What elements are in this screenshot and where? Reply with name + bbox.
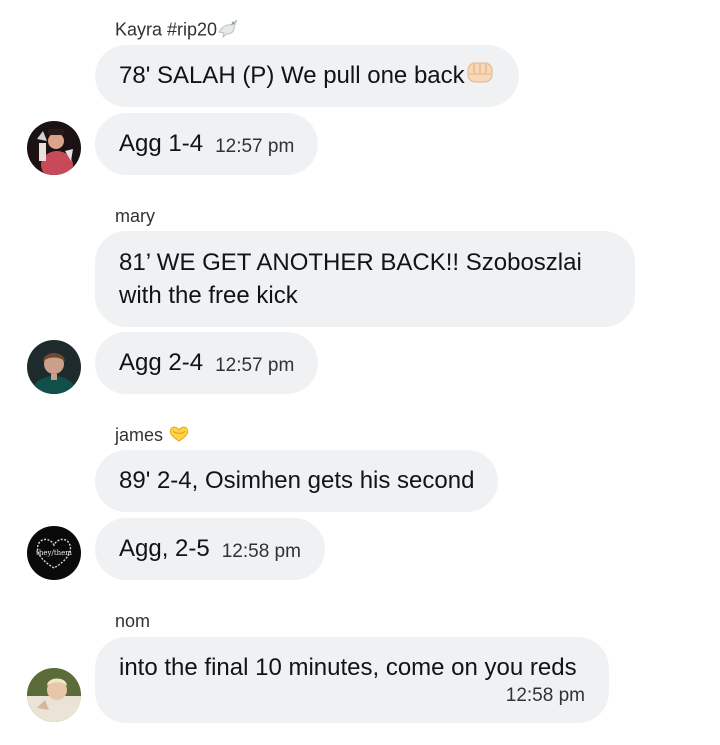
message-bubble[interactable]: 78' SALAH (P) We pull one back xyxy=(95,45,519,107)
dove-icon xyxy=(217,18,239,43)
avatar-logo-text: they/them xyxy=(36,549,72,557)
timestamp: 12:58 pm xyxy=(221,541,301,562)
timestamp: 12:57 pm xyxy=(215,355,295,376)
avatar[interactable]: they/them xyxy=(27,526,81,580)
sender-name[interactable]: nom xyxy=(115,610,150,632)
message-bubble[interactable]: 89' 2-4, Osimhen gets his second xyxy=(95,450,499,512)
message-bubble[interactable]: into the final 10 minutes, come on you r… xyxy=(95,637,609,723)
timestamp: 12:58 pm xyxy=(505,685,585,706)
fist-icon xyxy=(465,59,495,94)
avatar[interactable] xyxy=(27,340,81,394)
timestamp: 12:57 pm xyxy=(215,136,295,157)
message-bubble[interactable]: 81’ WE GET ANOTHER BACK!! Szoboszlai wit… xyxy=(95,231,635,327)
heart-hands-icon xyxy=(168,425,190,448)
sender-name[interactable]: Kayra #rip20 xyxy=(115,18,239,43)
avatar[interactable] xyxy=(27,668,81,722)
sender-name[interactable]: james xyxy=(115,424,190,448)
message-bubble[interactable]: Agg 1-4 12:57 pm xyxy=(95,113,319,175)
avatar[interactable] xyxy=(27,121,81,175)
message-bubble[interactable]: Agg 2-4 12:57 pm xyxy=(95,332,319,394)
sender-name[interactable]: mary xyxy=(115,205,155,227)
message-bubble[interactable]: Agg, 2-5 12:58 pm xyxy=(95,518,325,580)
